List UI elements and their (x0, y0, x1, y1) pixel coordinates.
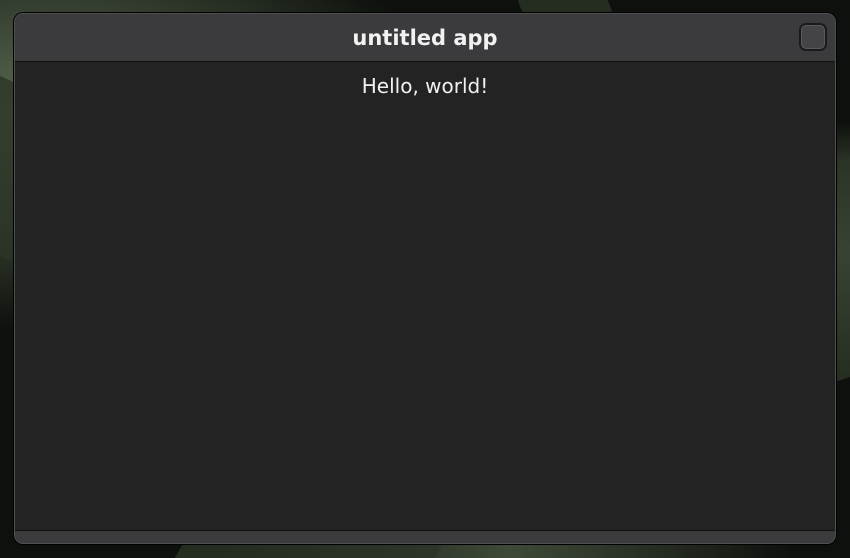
app-window: untitled app Hello, world! (14, 13, 836, 544)
hello-label: Hello, world! (361, 74, 489, 98)
title-bar[interactable]: untitled app (15, 14, 835, 62)
desktop-background: untitled app Hello, world! (0, 0, 850, 558)
bottom-bar (15, 530, 835, 543)
wallpaper-streak (517, 0, 613, 12)
window-title: untitled app (352, 26, 498, 50)
window-content: Hello, world! (15, 62, 835, 529)
window-close-button[interactable] (799, 23, 827, 51)
